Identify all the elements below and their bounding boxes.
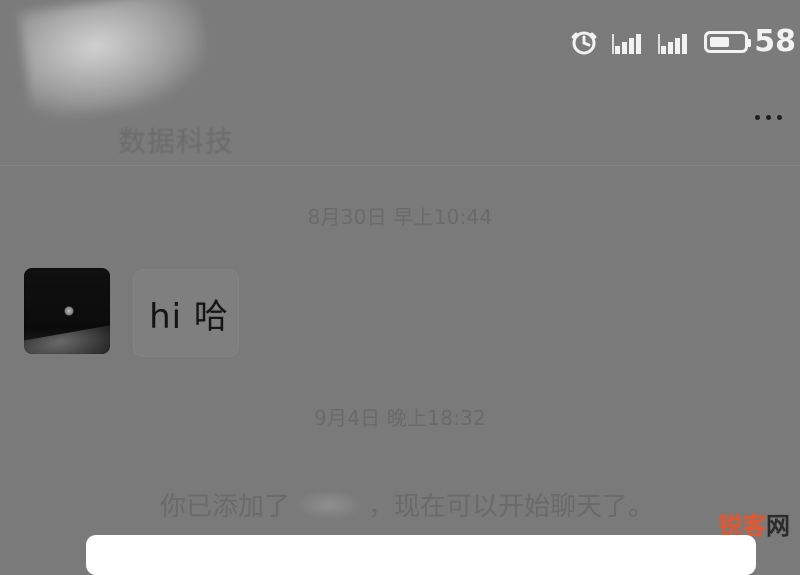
masked-contact-name (294, 489, 365, 520)
signal-icon (658, 28, 694, 56)
battery-percent: 58 (754, 24, 796, 59)
alarm-icon (566, 28, 602, 56)
timestamp-2: 9月4日 晚上18:32 (314, 406, 486, 430)
avatar[interactable] (24, 268, 110, 354)
message-text: hi 哈 (149, 296, 229, 337)
more-options-button[interactable] (746, 100, 790, 134)
chat-title: 数据科技 (118, 125, 235, 158)
status-bar: 58 (566, 22, 800, 62)
chat-header: 58 数据科技 (0, 0, 800, 165)
battery-fill (710, 37, 730, 47)
battery-indicator: 58 (704, 27, 796, 57)
system-message-prefix: 你已添加了 (160, 492, 291, 522)
battery-icon (704, 31, 752, 53)
more-dots-icon (754, 114, 782, 120)
blurred-avatar (18, 0, 212, 122)
signal-icon (612, 28, 648, 56)
timestamp-1: 8月30日 早上10:44 (307, 205, 493, 229)
watermark-part-2: 网 (766, 512, 790, 540)
bottom-card[interactable] (86, 535, 756, 575)
header-divider (0, 165, 800, 166)
message-bubble[interactable]: hi 哈 (133, 269, 239, 357)
system-message-suffix: ，现在可以开始聊天了。 (368, 492, 655, 522)
system-message: 你已添加了 ，现在可以开始聊天了。 (160, 486, 654, 523)
